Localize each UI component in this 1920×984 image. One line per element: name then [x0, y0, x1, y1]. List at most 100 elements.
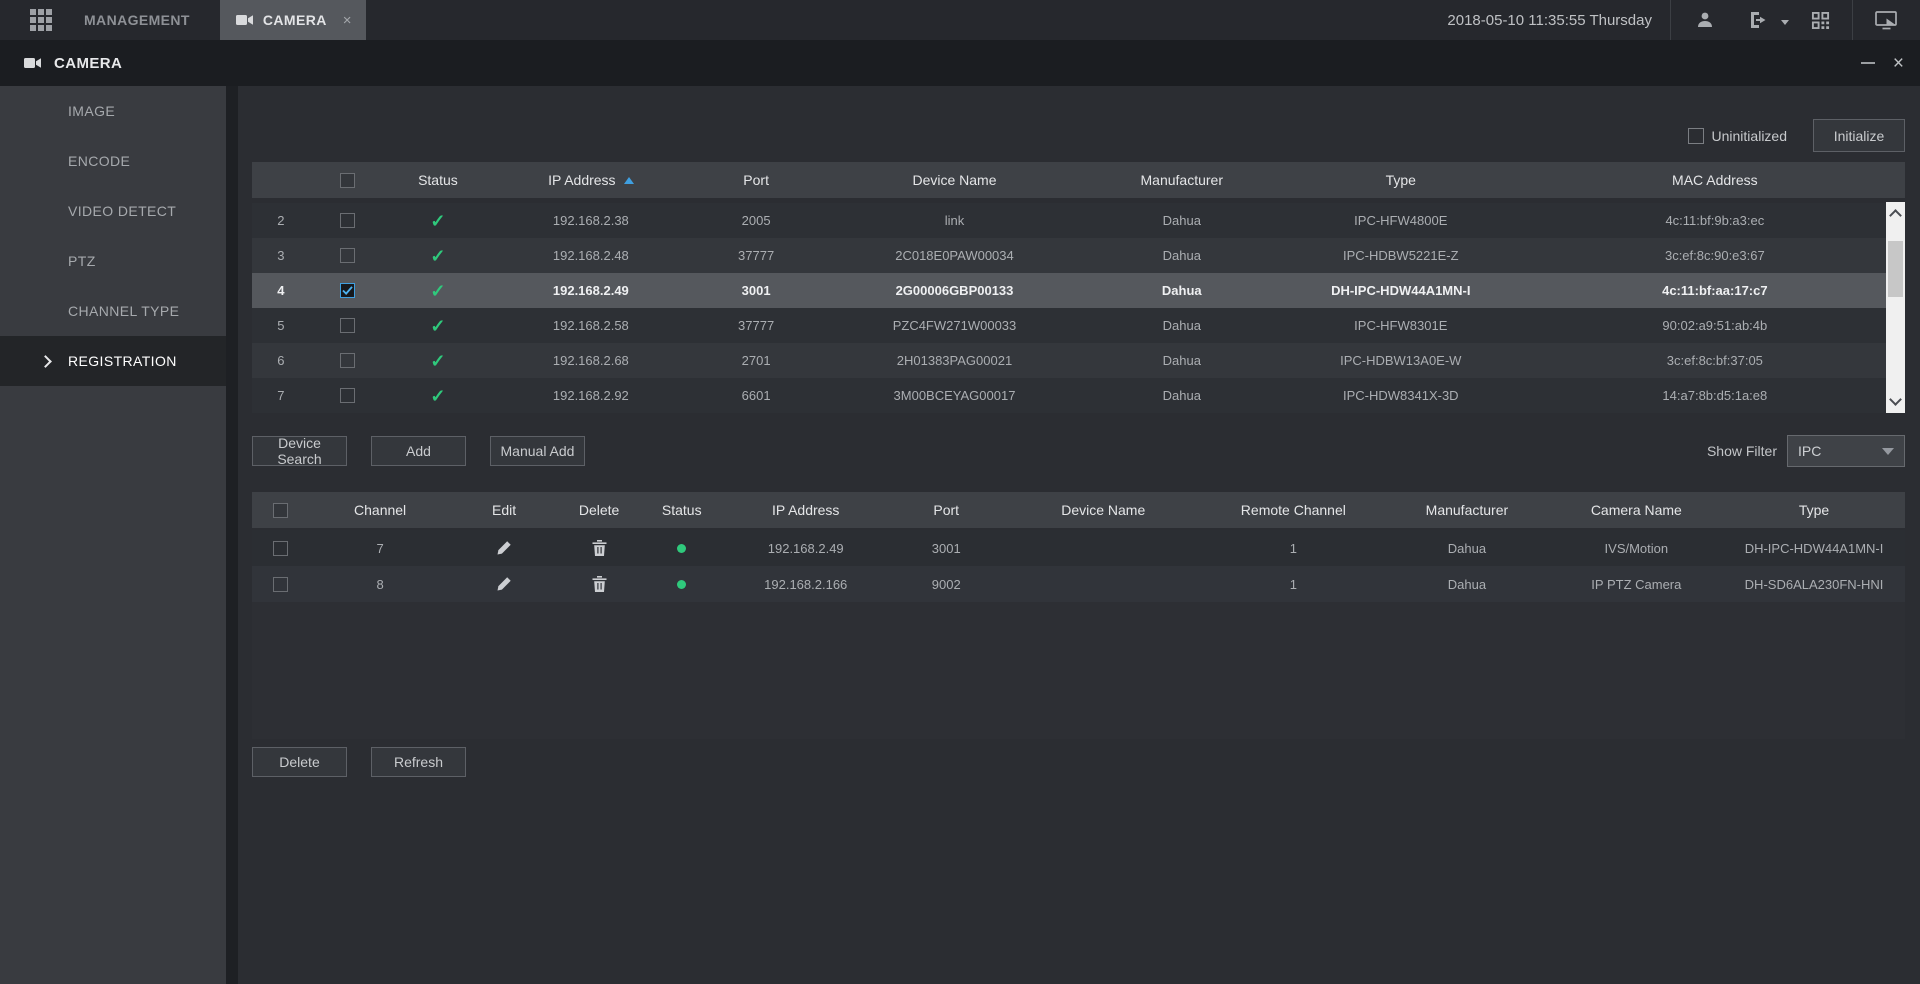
close-icon[interactable]: × — [1893, 54, 1904, 73]
manufacturer-cell: Dahua — [1162, 248, 1201, 263]
table-row-selected[interactable]: 4 ✓ 192.168.2.49 3001 2G00006GBP00133 Da… — [252, 273, 1905, 308]
ip-address-cell: 192.168.2.92 — [552, 388, 629, 403]
manufacturer-cell: Dahua — [1162, 353, 1201, 368]
ip-address-cell: 192.168.2.38 — [552, 213, 629, 228]
chevron-right-icon — [39, 355, 52, 368]
scroll-up-icon[interactable] — [1889, 209, 1902, 222]
column-header-camera-name[interactable]: Camera Name — [1550, 502, 1724, 518]
port-cell: 37777 — [738, 318, 775, 333]
column-header-device-name[interactable]: Device Name — [822, 172, 1086, 188]
port-cell: 3001 — [741, 283, 771, 298]
status-ok-icon: ✓ — [430, 281, 446, 300]
column-header-device-name[interactable]: Device Name — [1004, 502, 1202, 518]
column-header-port[interactable]: Port — [888, 502, 1004, 518]
column-header-delete[interactable]: Delete — [558, 502, 641, 518]
manual-add-button[interactable]: Manual Add — [490, 436, 585, 466]
table-row[interactable]: 7 192.168.2.49 3001 1 Dahua IVS/Motion D… — [252, 530, 1905, 566]
sidebar-item-ptz[interactable]: PTZ — [0, 236, 226, 286]
sidebar-item-label: CHANNEL TYPE — [68, 303, 180, 319]
row-checkbox[interactable] — [273, 576, 289, 592]
type-cell: IPC-HDBW13A0E-W — [1340, 353, 1462, 368]
delete-trash-icon[interactable] — [592, 540, 607, 556]
show-filter-dropdown[interactable]: IPC — [1787, 435, 1905, 467]
row-checkbox[interactable] — [339, 213, 355, 228]
table-row[interactable]: 5 ✓ 192.168.2.58 37777 PZC4FW271W00033 D… — [252, 308, 1905, 343]
column-header-remote-channel[interactable]: Remote Channel — [1202, 502, 1384, 518]
sidebar-item-channel-type[interactable]: CHANNEL TYPE — [0, 286, 226, 336]
minimize-icon[interactable] — [1860, 62, 1875, 64]
logout-dropdown-caret-icon[interactable] — [1781, 19, 1789, 25]
column-header-status[interactable]: Status — [640, 502, 723, 518]
column-header-ip-address[interactable]: IP Address — [492, 172, 690, 188]
status-connected-icon — [677, 543, 687, 553]
delete-trash-icon[interactable] — [592, 576, 607, 592]
qr-code-icon[interactable] — [1803, 0, 1852, 40]
topbar-right: 2018-05-10 11:35:55 Thursday — [1447, 0, 1920, 40]
tab-management[interactable]: MANAGEMENT — [84, 0, 190, 40]
manufacturer-cell: Dahua — [1162, 213, 1201, 228]
edit-pencil-icon[interactable] — [496, 540, 512, 556]
tab-camera[interactable]: CAMERA × — [219, 0, 366, 40]
select-all-checkbox[interactable] — [339, 172, 355, 188]
row-checkbox[interactable] — [339, 248, 355, 263]
scrollbar-thumb[interactable] — [1888, 241, 1903, 297]
table-row[interactable]: 3 ✓ 192.168.2.48 37777 2C018E0PAW00034 D… — [252, 238, 1905, 273]
manufacturer-cell: Dahua — [1162, 388, 1201, 403]
sidebar-item-registration[interactable]: REGISTRATION — [0, 336, 226, 386]
status-connected-icon — [677, 579, 687, 589]
sidebar-item-video-detect[interactable]: VIDEO DETECT — [0, 186, 226, 236]
column-header-type[interactable]: Type — [1277, 172, 1525, 188]
row-checkbox-checked[interactable] — [339, 283, 355, 298]
column-header-edit[interactable]: Edit — [450, 502, 557, 518]
device-name-cell: 2G00006GBP00133 — [895, 283, 1014, 298]
row-checkbox[interactable] — [339, 388, 355, 403]
port-cell: 9002 — [931, 576, 961, 592]
display-output-icon[interactable] — [1853, 0, 1920, 40]
column-header-channel[interactable]: Channel — [310, 502, 451, 518]
sidebar-item-encode[interactable]: ENCODE — [0, 136, 226, 186]
delete-button[interactable]: Delete — [252, 747, 347, 777]
port-cell: 2701 — [741, 353, 771, 368]
added-table-body: 7 192.168.2.49 3001 1 Dahua IVS/Motion D… — [252, 530, 1905, 739]
type-cell: DH-SD6ALA230FN-HNI — [1744, 576, 1884, 592]
page-title: CAMERA — [54, 54, 123, 72]
device-search-button[interactable]: Device Search — [252, 435, 347, 467]
remote-channel-cell: 1 — [1289, 540, 1297, 556]
edit-pencil-icon[interactable] — [496, 576, 512, 592]
column-header-manufacturer[interactable]: Manufacturer — [1087, 172, 1277, 188]
mac-address-cell: 3c:ef:8c:90:e3:67 — [1664, 248, 1765, 263]
mac-address-cell: 14:a7:8b:d5:1a:e8 — [1662, 388, 1768, 403]
row-checkbox[interactable] — [339, 353, 355, 368]
table-row[interactable]: 6 ✓ 192.168.2.68 2701 2H01383PAG00021 Da… — [252, 343, 1905, 378]
uninitialized-checkbox[interactable] — [1687, 127, 1704, 144]
initialize-button[interactable]: Initialize — [1813, 119, 1905, 152]
scroll-down-icon[interactable] — [1889, 393, 1902, 406]
table-row[interactable]: 2 ✓ 192.168.2.38 2005 link Dahua IPC-HFW… — [252, 203, 1905, 238]
column-header-port[interactable]: Port — [690, 172, 822, 188]
column-header-ip-address[interactable]: IP Address — [723, 502, 888, 518]
sidebar-item-label: IMAGE — [68, 103, 116, 119]
table-row[interactable]: 7 ✓ 192.168.2.92 6601 3M00BCEYAG00017 Da… — [252, 378, 1905, 413]
column-header-mac-address[interactable]: MAC Address — [1525, 172, 1905, 188]
row-checkbox[interactable] — [339, 318, 355, 333]
column-header-manufacturer[interactable]: Manufacturer — [1384, 502, 1549, 518]
tab-close-icon[interactable]: × — [343, 13, 352, 28]
column-header-type[interactable]: Type — [1723, 502, 1905, 518]
add-button[interactable]: Add — [371, 436, 466, 466]
vertical-scrollbar[interactable] — [1886, 202, 1905, 413]
row-index: 4 — [277, 283, 285, 298]
sidebar: IMAGE ENCODE VIDEO DETECT PTZ CHANNEL TY… — [0, 86, 226, 984]
refresh-button[interactable]: Refresh — [371, 747, 466, 777]
table-row[interactable]: 8 192.168.2.166 9002 1 Dahua IP PTZ Came… — [252, 566, 1905, 602]
column-header-status[interactable]: Status — [384, 172, 491, 188]
sidebar-item-image[interactable]: IMAGE — [0, 86, 226, 136]
logout-icon[interactable] — [1735, 0, 1775, 40]
sidebar-item-label: VIDEO DETECT — [68, 203, 177, 219]
added-table-header: Channel Edit Delete Status IP Address Po… — [252, 492, 1905, 528]
window-title-bar: CAMERA × — [0, 40, 1920, 86]
row-checkbox[interactable] — [273, 540, 289, 556]
select-all-checkbox[interactable] — [273, 502, 289, 518]
user-account-icon[interactable] — [1671, 0, 1735, 40]
apps-grid-icon[interactable] — [30, 9, 52, 31]
initialize-bar: Uninitialized Initialize — [252, 119, 1905, 152]
